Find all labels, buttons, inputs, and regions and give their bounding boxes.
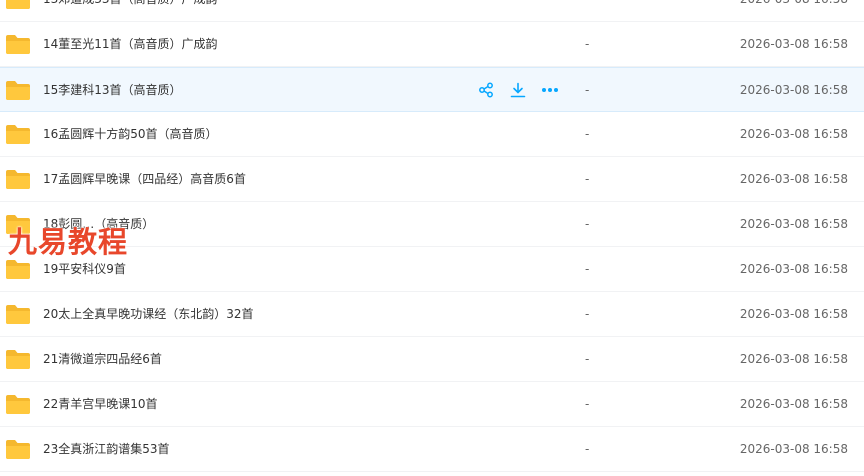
list-item[interactable]: 22青羊宫早晚课10首 - 2026-03-08 16:58 — [0, 382, 864, 427]
file-size: - — [585, 352, 590, 366]
file-name[interactable]: 21清微道宗四品经6首 — [43, 337, 162, 382]
modified-date: 2026-03-08 16:58 — [739, 307, 848, 321]
modified-date: 2026-03-08 16:58 — [740, 0, 848, 22]
folder-icon — [5, 169, 31, 190]
modified-date: 2026-03-08 16:58 — [739, 262, 848, 276]
file-name[interactable]: 20太上全真早晚功课经（东北韵）32首 — [43, 292, 254, 337]
folder-icon — [5, 80, 31, 101]
file-size: - — [585, 442, 590, 456]
file-size: - — [585, 307, 590, 321]
list-item[interactable]: 17孟圆辉早晚课（四品经）高音质6首 - 2026-03-08 16:58 — [0, 157, 864, 202]
file-list: 13邓道成33首（高音质）广成韵 - 2026-03-08 16:58 14董至… — [0, 0, 864, 472]
folder-icon — [5, 259, 31, 280]
modified-date: 2026-03-08 16:58 — [739, 127, 848, 141]
file-size: - — [585, 37, 590, 51]
file-name[interactable]: 15李建科13首（高音质） — [43, 68, 182, 113]
file-name[interactable]: 14董至光11首（高音质）广成韵 — [43, 22, 218, 67]
list-item[interactable]: 21清微道宗四品经6首 - 2026-03-08 16:58 — [0, 337, 864, 382]
list-item[interactable]: 16孟圆辉十方韵50首（高音质） - 2026-03-08 16:58 — [0, 112, 864, 157]
folder-icon — [5, 124, 31, 145]
download-icon[interactable] — [508, 80, 528, 100]
folder-icon — [5, 394, 31, 415]
file-name[interactable]: 13邓道成33首（高音质）广成韵 — [43, 0, 218, 22]
folder-icon — [5, 304, 31, 325]
folder-icon — [5, 439, 31, 460]
modified-date: 2026-03-08 16:58 — [739, 442, 848, 456]
modified-date: 2026-03-08 16:58 — [739, 397, 848, 411]
more-icon[interactable] — [540, 80, 560, 100]
file-size: - — [585, 127, 590, 141]
list-item[interactable]: 18彭圆…（高音质） - 2026-03-08 16:58 — [0, 202, 864, 247]
file-name[interactable]: 22青羊宫早晚课10首 — [43, 382, 158, 427]
watermark-logo: 九易教程 — [8, 225, 129, 259]
share-icon[interactable] — [476, 80, 496, 100]
modified-date: 2026-03-08 16:58 — [739, 172, 848, 186]
list-item-hovered[interactable]: 15李建科13首（高音质） - 2026-03-08 16:58 — [0, 67, 864, 112]
row-actions — [476, 80, 560, 100]
list-item[interactable]: 14董至光11首（高音质）广成韵 - 2026-03-08 16:58 — [0, 22, 864, 67]
modified-date: 2026-03-08 16:58 — [739, 37, 848, 51]
modified-date: 2026-03-08 16:58 — [739, 83, 848, 97]
folder-icon — [5, 349, 31, 370]
list-item[interactable]: 20太上全真早晚功课经（东北韵）32首 - 2026-03-08 16:58 — [0, 292, 864, 337]
list-item[interactable]: 23全真浙江韵谱集53首 - 2026-03-08 16:58 — [0, 427, 864, 472]
file-size: - — [585, 217, 590, 231]
file-name[interactable]: 17孟圆辉早晚课（四品经）高音质6首 — [43, 157, 246, 202]
folder-icon — [5, 34, 31, 55]
file-size: - — [585, 172, 590, 186]
modified-date: 2026-03-08 16:58 — [739, 217, 848, 231]
file-size: - — [585, 397, 590, 411]
modified-date: 2026-03-08 16:58 — [739, 352, 848, 366]
list-item[interactable]: 13邓道成33首（高音质）广成韵 - 2026-03-08 16:58 — [0, 0, 864, 22]
file-size: - — [585, 0, 589, 22]
file-size: - — [585, 262, 590, 276]
file-name[interactable]: 23全真浙江韵谱集53首 — [43, 427, 170, 472]
file-size: - — [585, 83, 590, 97]
file-name[interactable]: 16孟圆辉十方韵50首（高音质） — [43, 112, 218, 157]
folder-icon — [5, 0, 31, 10]
list-item[interactable]: 19平安科仪9首 - 2026-03-08 16:58 — [0, 247, 864, 292]
